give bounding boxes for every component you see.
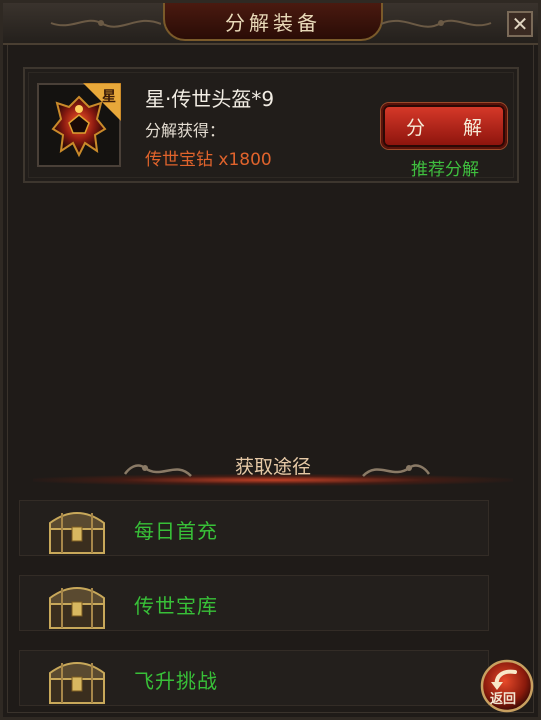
- item-icon-slot[interactable]: 星: [37, 83, 121, 167]
- title-plaque: 分解装备: [163, 3, 383, 41]
- decompose-reward: 传世宝钻 x1800: [145, 150, 272, 170]
- source-label: 每日首充: [134, 519, 218, 543]
- title-flourish-right-icon: [381, 19, 492, 28]
- source-row-heritage-treasury[interactable]: 传世宝库: [19, 575, 489, 631]
- treasure-chest-icon: [49, 587, 105, 629]
- section-title: 获取途径: [234, 456, 311, 478]
- close-button[interactable]: ✕: [507, 11, 533, 37]
- source-row-daily-first-recharge[interactable]: 每日首充: [19, 500, 489, 556]
- title-flourish-left-icon: [50, 19, 161, 28]
- decompose-equipment-dialog: 分解装备 ✕ 星 星·传世头盔*9 分解获得： 传世宝钻 x1800 分 解 推…: [0, 0, 541, 720]
- star-badge-label: 星: [102, 89, 116, 105]
- decompose-gain-label: 分解获得：: [145, 121, 226, 140]
- source-label: 传世宝库: [134, 594, 218, 618]
- source-row-ascension-challenge[interactable]: 飞升挑战: [19, 650, 489, 706]
- item-card: 星 星·传世头盔*9 分解获得： 传世宝钻 x1800 分 解 推荐分解: [23, 67, 519, 183]
- treasure-chest-icon: [49, 512, 105, 554]
- source-label: 飞升挑战: [134, 669, 218, 693]
- title-bar: 分解装备 ✕: [3, 3, 538, 45]
- decompose-button[interactable]: 分 解: [381, 103, 507, 149]
- close-icon: ✕: [511, 12, 529, 36]
- ornament-right-icon: [362, 464, 431, 477]
- acquisition-section-header: 获取途径: [33, 450, 513, 488]
- treasure-chest-icon: [49, 662, 105, 704]
- recommend-decompose-link[interactable]: 推荐分解: [411, 155, 479, 180]
- back-label: 返回: [490, 692, 517, 707]
- window-title: 分解装备: [225, 10, 321, 35]
- item-name: 星·传世头盔*9: [145, 87, 275, 111]
